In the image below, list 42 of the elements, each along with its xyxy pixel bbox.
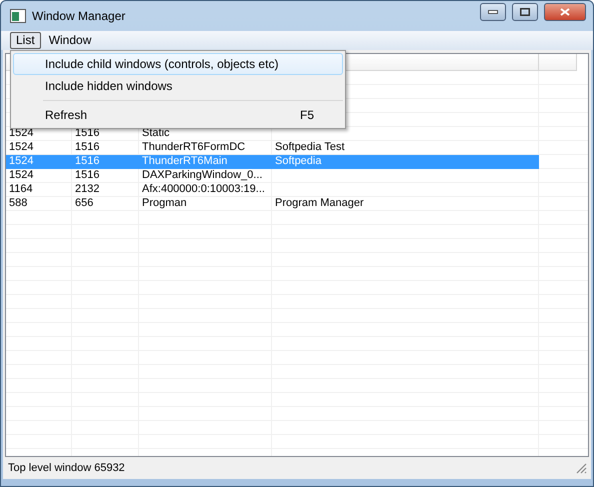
app-icon xyxy=(10,9,26,23)
table-row[interactable]: 1524 1516 ThunderRT6FormDC Softpedia Test xyxy=(6,141,539,155)
menu-option-label: Refresh xyxy=(45,108,88,122)
shortcut-text: F5 xyxy=(300,108,314,122)
minimize-icon xyxy=(488,10,498,14)
table-cell: ThunderRT6FormDC xyxy=(142,141,246,154)
menu-option[interactable]: Include child windows (controls, objects etc) xyxy=(13,53,343,75)
table-row[interactable]: 1524 1516 DAXParkingWindow_0... xyxy=(6,169,539,183)
menu-option[interactable]: Include hidden windows xyxy=(13,75,343,97)
table-cell: Afx:400000:0:10003:19... xyxy=(142,183,265,196)
close-icon xyxy=(560,8,570,16)
resize-grip-icon xyxy=(576,462,587,474)
menu-item[interactable]: List xyxy=(10,32,41,49)
table-cell: 1524 xyxy=(9,155,34,168)
maximize-button[interactable] xyxy=(512,3,538,21)
maximize-icon xyxy=(520,8,530,16)
table-cell: Softpedia xyxy=(275,155,322,168)
window-title: Window Manager xyxy=(32,9,126,23)
table-cell: 2132 xyxy=(75,183,100,196)
table-cell: 588 xyxy=(9,197,28,210)
table-cell: 1516 xyxy=(75,155,100,168)
table-cell: DAXParkingWindow_0... xyxy=(142,169,262,182)
table-cell: Progman xyxy=(142,197,187,210)
status-text: Top level window 65932 xyxy=(8,462,125,474)
table-cell: Static xyxy=(142,127,170,140)
minimize-button[interactable] xyxy=(480,3,506,21)
table-cell: 1164 xyxy=(9,183,33,196)
table-cell: 1516 xyxy=(75,141,100,154)
table-row[interactable]: 588 656 Progman Program Manager xyxy=(6,197,539,211)
table-cell: Softpedia Test xyxy=(275,141,345,154)
menu-option-label: Include child windows (controls, objects etc) xyxy=(45,57,278,71)
table-cell: 1524 xyxy=(9,169,34,182)
table-cell: 656 xyxy=(75,197,94,210)
table-cell: 1516 xyxy=(75,169,100,182)
menu-option[interactable]: Refresh F5 xyxy=(13,104,343,126)
menu-option-label: Include hidden windows xyxy=(45,79,172,93)
table-row[interactable]: 1164 2132 Afx:400000:0:10003:19... xyxy=(6,183,539,197)
table-cell: Program Manager xyxy=(275,197,364,210)
menu-item[interactable]: Window xyxy=(42,32,98,49)
table-cell: ThunderRT6Main xyxy=(142,155,228,168)
close-button[interactable] xyxy=(544,3,586,21)
table-cell: 1524 xyxy=(9,141,34,154)
